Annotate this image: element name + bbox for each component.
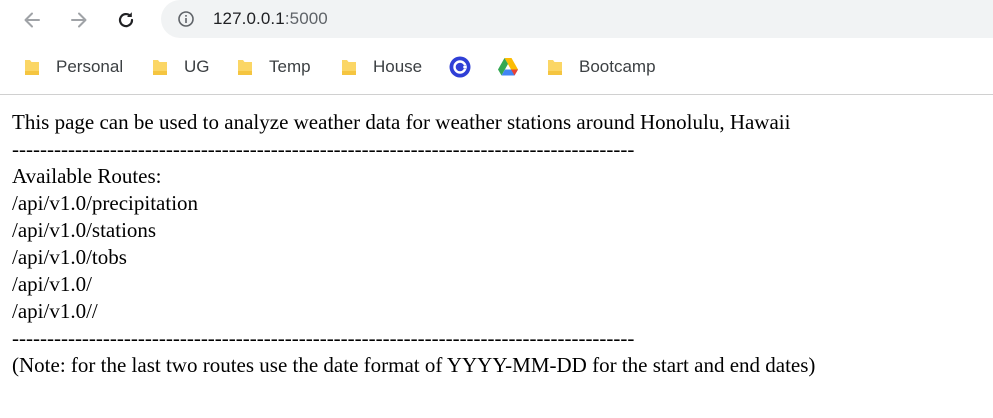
route-start: /api/v1.0/ <box>12 272 92 296</box>
folder-icon <box>238 60 252 75</box>
bookmark-house[interactable]: House <box>341 54 422 80</box>
url-text: 127.0.0.1:5000 <box>213 9 328 29</box>
separator-line: ----------------------------------------… <box>12 326 635 350</box>
separator-line: ----------------------------------------… <box>12 137 635 161</box>
browser-toolbar: 127.0.0.1:5000 <box>0 0 993 40</box>
bookmark-label: Bootcamp <box>579 57 656 76</box>
bookmark-google-drive[interactable] <box>497 54 519 80</box>
bookmarks-bar: Personal UG Temp House Bootcamp <box>0 40 993 95</box>
back-arrow-icon <box>24 12 40 28</box>
app-icon <box>449 56 471 78</box>
bookmark-label: UG <box>184 57 210 76</box>
intro-text: This page can be used to analyze weather… <box>12 110 791 134</box>
bookmark-ug[interactable]: UG <box>152 54 210 80</box>
bookmark-temp[interactable]: Temp <box>237 54 311 80</box>
google-drive-icon <box>498 58 518 76</box>
forward-arrow-icon <box>71 12 87 28</box>
folder-icon <box>342 60 356 75</box>
folder-icon <box>153 60 167 75</box>
folder-icon <box>548 60 562 75</box>
routes-heading: Available Routes: <box>12 164 162 188</box>
bookmark-app[interactable] <box>449 54 471 80</box>
route-precipitation: /api/v1.0/precipitation <box>12 191 199 215</box>
site-info-icon[interactable] <box>178 11 194 27</box>
note-text: (Note: for the last two routes use the d… <box>12 353 816 377</box>
bookmark-label: Personal <box>56 57 124 76</box>
bookmark-label: Temp <box>269 57 311 76</box>
route-tobs: /api/v1.0/tobs <box>12 245 127 269</box>
bookmark-personal[interactable]: Personal <box>24 54 123 80</box>
route-stations: /api/v1.0/stations <box>12 218 157 242</box>
url-port: :5000 <box>284 9 328 28</box>
bookmark-bootcamp[interactable]: Bootcamp <box>547 54 656 80</box>
address-bar[interactable]: 127.0.0.1:5000 <box>161 0 993 38</box>
bookmark-label: House <box>373 57 423 76</box>
forward-button[interactable] <box>63 4 95 36</box>
folder-icon <box>25 60 39 75</box>
back-button[interactable] <box>16 4 48 36</box>
reload-button[interactable] <box>110 4 142 36</box>
url-host: 127.0.0.1 <box>213 9 285 28</box>
reload-icon <box>118 12 134 28</box>
page-content: This page can be used to analyze weather… <box>12 109 987 379</box>
route-start-end: /api/v1.0// <box>12 299 98 323</box>
